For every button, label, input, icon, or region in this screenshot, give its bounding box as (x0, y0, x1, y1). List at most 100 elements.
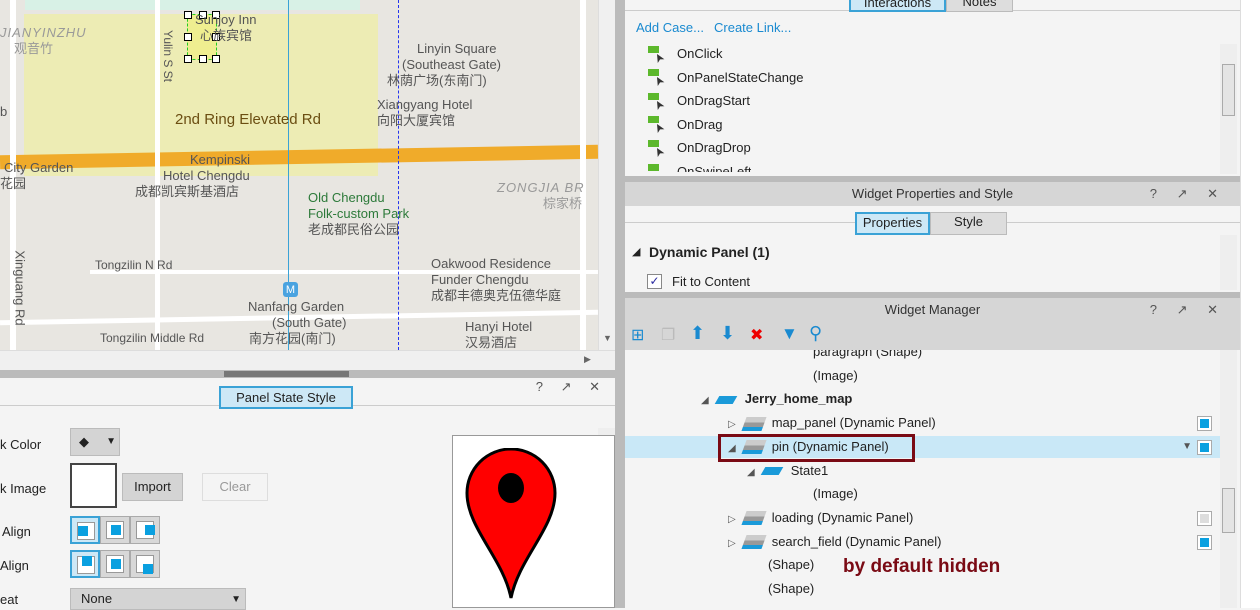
tab-style[interactable]: Style (930, 212, 1007, 235)
expand-toggle-icon[interactable]: ◢ (701, 395, 709, 406)
image-preview (70, 463, 117, 508)
tree-row[interactable]: ◢ State1 (625, 460, 1220, 482)
map-canvas[interactable]: Sunjoy Inn 心族宾馆 JIANYINZHU 观音竹 Yulin S S… (0, 0, 598, 350)
search-icon[interactable]: ⚲ (809, 323, 822, 344)
tree-row[interactable]: ▷ loading (Dynamic Panel) (625, 507, 1220, 529)
map-label: 成都丰德奥克伍德华庭 (431, 288, 562, 303)
fill-color-button[interactable]: ◆ ▼ (70, 428, 120, 456)
map-label: 观音竹 (14, 41, 54, 56)
event-cursor-icon (648, 116, 666, 134)
visibility-toggle[interactable] (1197, 416, 1212, 432)
tab-panel-state-style[interactable]: Panel State Style (219, 386, 353, 409)
align-top-button[interactable] (70, 550, 100, 578)
delete-icon[interactable]: ✖ (750, 325, 763, 345)
event-item[interactable]: OnDragStart (648, 91, 750, 111)
panel-header-icons[interactable]: ? ↗ ✕ (1150, 298, 1226, 322)
event-label: OnDragStart (677, 93, 750, 109)
align-center-button[interactable] (100, 516, 130, 544)
align-left-button[interactable] (70, 516, 100, 544)
properties-scrollbar[interactable] (1220, 235, 1237, 290)
map-label: 心族宾馆 (200, 28, 253, 43)
visibility-toggle[interactable] (1197, 510, 1212, 526)
dynamic-panel-icon (741, 535, 767, 550)
map-horizontal-scrollbar[interactable]: ▶ (0, 350, 615, 370)
event-item[interactable]: OnPanelStateChange (648, 68, 803, 88)
expand-toggle-icon[interactable]: ▷ (728, 538, 736, 549)
align-right-button[interactable] (130, 516, 160, 544)
event-item[interactable]: OnSwipeLeft (648, 162, 751, 172)
panel-header-icons[interactable]: ? ↗ ✕ (536, 379, 607, 395)
tab-properties[interactable]: Properties (855, 212, 930, 235)
map-label: b (0, 104, 8, 119)
splitter[interactable] (0, 370, 620, 378)
map-label: Old Chengdu (308, 190, 385, 205)
map-label: 成都凯宾斯基酒店 (135, 184, 240, 199)
expand-toggle-icon[interactable]: ▷ (728, 419, 736, 430)
repeat-select[interactable]: None ▼ (70, 588, 246, 610)
tree-row[interactable]: (Image) (625, 483, 1220, 505)
map-label: Funder Chengdu (431, 272, 529, 287)
visibility-toggle[interactable] (1197, 439, 1212, 455)
filter-icon[interactable]: ▼ (781, 324, 798, 344)
expand-toggle-icon[interactable]: ▷ (728, 514, 736, 525)
visibility-toggle[interactable] (1197, 534, 1212, 550)
expand-toggle-icon[interactable]: ◢ (747, 467, 755, 478)
tree-row[interactable]: ▷ search_field (Dynamic Panel) (625, 531, 1220, 553)
tree-row[interactable]: (Shape) (625, 578, 1220, 600)
chevron-down-icon[interactable]: ▼ (1182, 436, 1192, 458)
tree-row[interactable]: (Image) (625, 365, 1220, 387)
create-link-link[interactable]: Create Link... (714, 20, 791, 35)
widget-tree-scrollbar[interactable] (1220, 350, 1237, 608)
tree-row-label: (Image) (813, 367, 858, 383)
tab-notes[interactable]: Notes (946, 0, 1013, 12)
label-background-color: k Color (0, 437, 42, 452)
properties-title: Widget Properties and Style (851, 186, 1014, 201)
label-vertical-align: Align (0, 558, 29, 573)
tab-interactions[interactable]: Interactions (849, 0, 946, 12)
move-up-icon[interactable]: ⬆ (690, 323, 705, 344)
tree-row[interactable]: ◢ pin (Dynamic Panel) ▼ (625, 433, 1220, 462)
tree-row[interactable]: ▷ map_panel (Dynamic Panel) (625, 412, 1220, 434)
copy-icon[interactable]: ❐ (661, 325, 675, 345)
paint-bucket-icon: ◆ (79, 434, 89, 449)
add-folder-icon[interactable]: ⊞ (631, 325, 644, 345)
collapse-icon[interactable]: ◢ (632, 245, 640, 258)
import-button[interactable]: Import (122, 473, 183, 501)
align-middle-button[interactable] (100, 550, 130, 578)
tree-row[interactable]: ◢ Jerry_home_map (625, 388, 1220, 410)
map-label: 棕家桥 (543, 196, 583, 211)
tree-row-label: search_field (Dynamic Panel) (771, 533, 942, 549)
guide-line-dashed (398, 0, 399, 350)
map-label: Xinguang Rd (12, 250, 28, 326)
event-item[interactable]: OnDragDrop (648, 138, 751, 158)
map-label: JIANYINZHU (0, 25, 87, 40)
state-icon (760, 467, 784, 476)
panel-header-icons[interactable]: ? ↗ ✕ (1150, 182, 1226, 206)
repeat-value: None (81, 591, 113, 606)
event-item[interactable]: OnClick (648, 44, 723, 64)
map-vertical-scrollbar[interactable]: ▼ (598, 0, 615, 350)
event-label: OnDragDrop (677, 140, 751, 156)
map-label: City Garden (4, 160, 74, 175)
fit-to-content-checkbox[interactable]: ✓ (647, 274, 662, 289)
map-label: 汉易酒店 (465, 335, 518, 350)
map-label: Linyin Square (417, 41, 497, 56)
metro-icon: M (283, 282, 298, 297)
vertical-splitter[interactable] (615, 0, 625, 608)
add-case-link[interactable]: Add Case... (636, 20, 704, 35)
tree-row[interactable]: paragraph (Shape) (625, 350, 1220, 363)
map-label: Sunjoy Inn (195, 12, 257, 27)
right-edge-panel (1240, 0, 1260, 608)
event-cursor-icon (648, 139, 666, 158)
label-repeat: eat (0, 592, 19, 607)
move-down-icon[interactable]: ⬇ (720, 323, 735, 344)
clear-button[interactable]: Clear (202, 473, 268, 501)
guide-line (288, 0, 289, 350)
tree-row-label: (Shape) (768, 557, 815, 573)
map-label: Tongzilin N Rd (95, 258, 173, 272)
align-bottom-button[interactable] (130, 550, 160, 578)
map-label: Tongzilin Middle Rd (100, 331, 205, 345)
event-item[interactable]: OnDrag (648, 115, 723, 135)
interactions-scrollbar[interactable] (1220, 44, 1237, 174)
event-cursor-icon (648, 92, 666, 111)
